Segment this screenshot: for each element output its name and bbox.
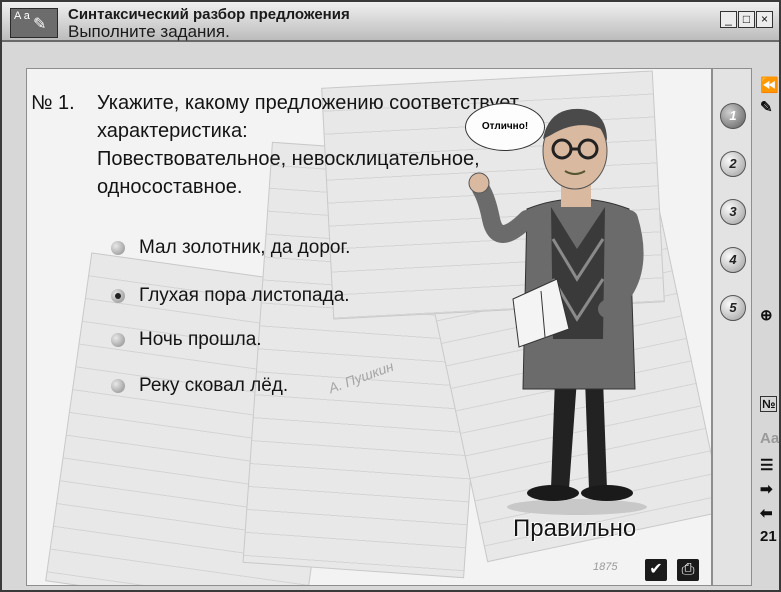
result-label: Правильно (513, 515, 637, 542)
radio-button[interactable] (111, 378, 125, 393)
radio-button-selected[interactable] (111, 288, 125, 303)
step-navigator: 1 2 3 4 5 (712, 68, 752, 586)
answer-option[interactable]: Ночь прошла. (111, 329, 262, 351)
step-button-5[interactable]: 5 (720, 295, 746, 321)
radio-button[interactable] (111, 240, 125, 255)
pencil-icon: ✎ (33, 16, 47, 33)
step-button-2[interactable]: 2 (720, 151, 746, 177)
check-button[interactable]: ✔ (645, 559, 667, 581)
rewind-icon[interactable]: ⏪ (760, 76, 779, 94)
app-window: A a ✎ Синтаксический разбор предложения … (0, 0, 781, 592)
speech-text: Отлично! (481, 121, 529, 132)
list-icon[interactable]: ☰ (760, 456, 773, 474)
step-button-3[interactable]: 3 (720, 199, 746, 225)
close-button[interactable]: × (756, 11, 773, 28)
side-toolbar: ⏪ ✎ ⊕ № Aa ☰ ➡ ⬅ 21 (756, 68, 779, 588)
window-subtitle: Выполните задания. (68, 22, 230, 41)
print-button[interactable]: ⎙ (677, 559, 699, 581)
answer-option[interactable]: Глухая пора листопада. (111, 285, 350, 307)
step-button-4[interactable]: 4 (720, 247, 746, 273)
option-label: Глухая пора листопада. (139, 285, 350, 306)
answer-option[interactable]: Реку сковал лёд. (111, 375, 288, 397)
numbering-button[interactable]: № (760, 396, 778, 412)
title-bar: A a ✎ Синтаксический разбор предложения … (2, 2, 779, 42)
task-panel: 1875 А. Пушкин № 1. Укажите, какому пред… (26, 68, 712, 586)
sheet-year-text: 1875 (593, 561, 618, 573)
printer-icon: ⎙ (681, 561, 695, 578)
speech-bubble: Отлично! (465, 103, 545, 151)
window-title: Синтаксический разбор предложения (68, 6, 350, 23)
pencil-icon[interactable]: ✎ (760, 98, 773, 116)
arrow-right-icon[interactable]: ➡ (760, 480, 773, 498)
font-button[interactable]: Aa (760, 430, 779, 447)
maximize-button[interactable]: □ (738, 11, 755, 28)
app-logo-icon: A a ✎ (10, 8, 58, 38)
window-controls: _ □ × (720, 10, 774, 28)
zoom-in-icon[interactable]: ⊕ (760, 306, 773, 324)
option-label: Мал золотник, да дорог. (139, 237, 351, 258)
minimize-button[interactable]: _ (720, 11, 737, 28)
option-label: Ночь прошла. (139, 329, 262, 350)
question-number: № 1. (31, 92, 75, 114)
answer-option[interactable]: Мал золотник, да дорог. (111, 237, 350, 259)
step-button-1[interactable]: 1 (720, 103, 746, 129)
page-number: 21 (760, 528, 777, 545)
option-label: Реку сковал лёд. (139, 375, 289, 396)
checkmark-icon: ✔ (649, 561, 663, 578)
radio-button[interactable] (111, 332, 125, 347)
arrow-left-icon[interactable]: ⬅ (760, 504, 773, 522)
